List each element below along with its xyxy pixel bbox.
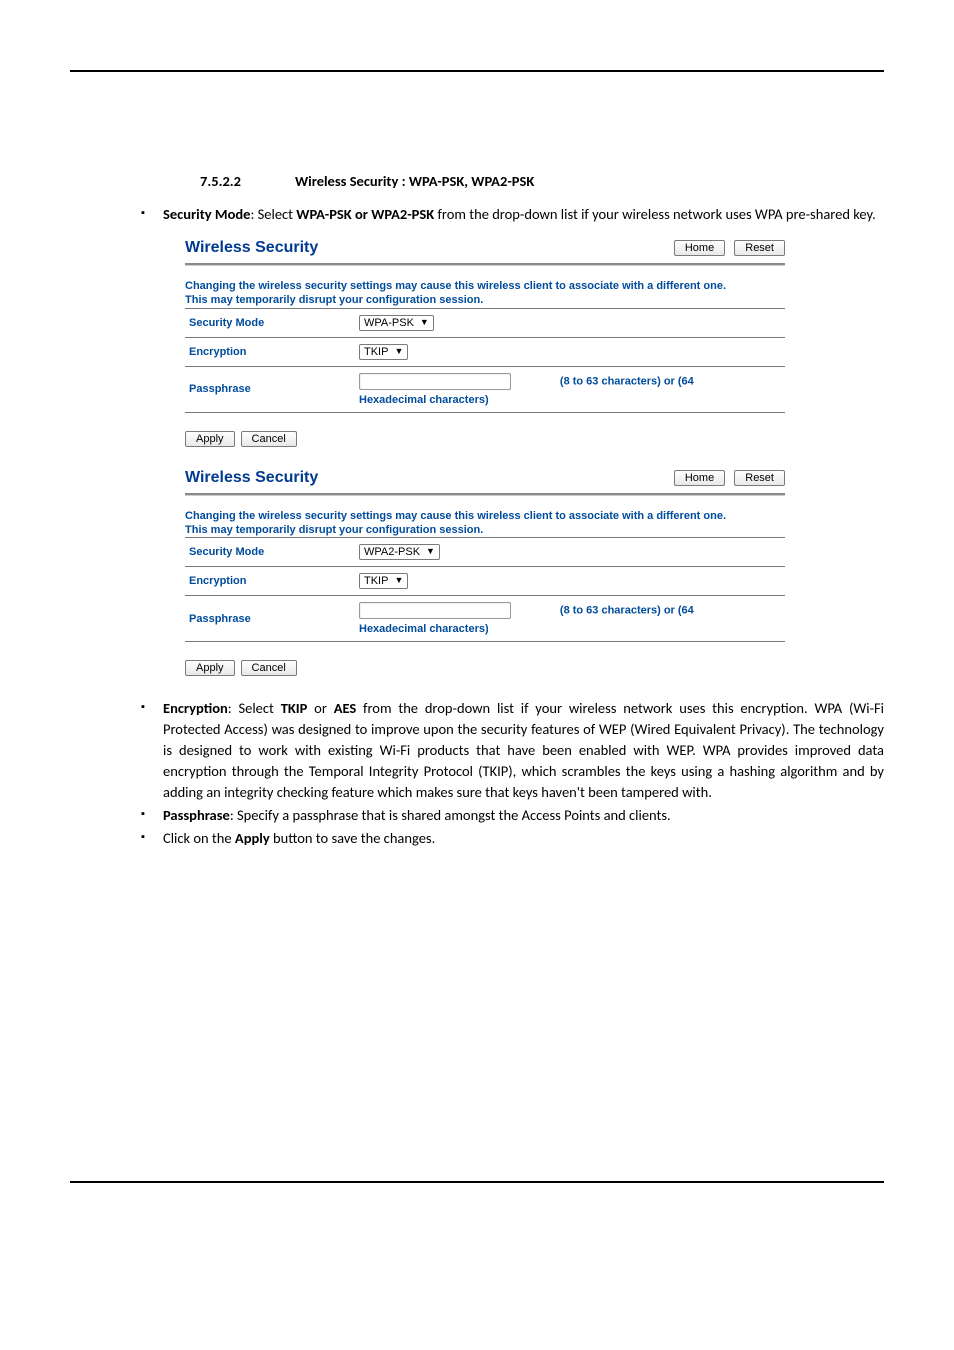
panel-warning-line1: Changing the wireless security settings … <box>185 509 785 523</box>
bullet-encryption: Encryption: Select TKIP or AES from the … <box>135 698 884 803</box>
row-encryption-label: Encryption <box>185 567 355 596</box>
security-mode-value: WPA2-PSK <box>364 546 420 558</box>
bullet-passphrase: Passphrase: Specify a passphrase that is… <box>135 805 884 826</box>
encryption-label: Encryption <box>163 699 228 717</box>
wireless-security-panel-wpa2: Wireless Security Home Reset Changing th… <box>185 469 785 677</box>
section-number: 7.5.2.2 <box>200 172 295 190</box>
sec-mode-label: Security Mode <box>163 205 250 223</box>
apply-button[interactable]: Apply <box>185 660 235 676</box>
security-mode-select[interactable]: WPA2-PSK ▼ <box>359 544 440 560</box>
apply-label: Apply <box>235 829 270 847</box>
apply-text-before: Click on the <box>163 829 235 847</box>
panel-divider <box>185 263 785 265</box>
section-title: Wireless Security : WPA-PSK, WPA2-PSK <box>295 172 534 190</box>
encryption-opt2: AES <box>334 699 357 717</box>
home-button[interactable]: Home <box>674 240 725 256</box>
passphrase-hint-top: (8 to 63 characters) or (64 <box>560 375 694 387</box>
encryption-value: TKIP <box>364 346 388 358</box>
security-mode-value: WPA-PSK <box>364 317 414 329</box>
cancel-button[interactable]: Cancel <box>241 660 297 676</box>
passphrase-label: Passphrase <box>163 806 230 824</box>
encryption-text-before: : Select <box>228 699 281 717</box>
panel-warning-line2: This may temporarily disrupt your config… <box>185 293 785 307</box>
row-security-mode-label: Security Mode <box>185 538 355 567</box>
chevron-down-icon: ▼ <box>426 546 435 556</box>
passphrase-text: : Specify a passphrase that is shared am… <box>230 806 671 824</box>
panel-title: Wireless Security <box>185 239 318 257</box>
row-passphrase-label: Passphrase <box>185 366 355 412</box>
reset-button[interactable]: Reset <box>734 470 785 486</box>
panel-header-buttons: Home Reset <box>668 240 785 256</box>
security-mode-select[interactable]: WPA-PSK ▼ <box>359 315 434 331</box>
panel-warning-line1: Changing the wireless security settings … <box>185 279 785 293</box>
encryption-select[interactable]: TKIP ▼ <box>359 573 408 589</box>
home-button[interactable]: Home <box>674 470 725 486</box>
passphrase-hint-bottom: Hexadecimal characters) <box>359 394 781 406</box>
settings-table: Security Mode WPA2-PSK ▼ Encryption TKIP ▼ <box>185 537 785 642</box>
section-heading: 7.5.2.2Wireless Security : WPA-PSK, WPA2… <box>200 172 884 190</box>
sec-mode-text-after: from the drop-down list if your wireless… <box>434 205 876 223</box>
encryption-select[interactable]: TKIP ▼ <box>359 344 408 360</box>
encryption-opt1: TKIP <box>281 699 308 717</box>
encryption-mid: or <box>307 699 333 717</box>
settings-table: Security Mode WPA-PSK ▼ Encryption TKIP ▼ <box>185 308 785 413</box>
chevron-down-icon: ▼ <box>394 575 403 585</box>
passphrase-input[interactable] <box>359 373 511 390</box>
sec-mode-option: WPA-PSK or WPA2-PSK <box>296 205 434 223</box>
apply-text-after: button to save the changes. <box>270 829 436 847</box>
bullet-apply: Click on the Apply button to save the ch… <box>135 828 884 849</box>
panel-divider <box>185 493 785 495</box>
chevron-down-icon: ▼ <box>394 346 403 356</box>
panel-footer-buttons: Apply Cancel <box>185 431 785 447</box>
row-security-mode-label: Security Mode <box>185 308 355 337</box>
passphrase-input[interactable] <box>359 602 511 619</box>
row-encryption-label: Encryption <box>185 337 355 366</box>
encryption-value: TKIP <box>364 575 388 587</box>
wireless-security-panel-wpa: Wireless Security Home Reset Changing th… <box>185 239 785 447</box>
panel-header-buttons: Home Reset <box>668 470 785 486</box>
bullet-security-mode: Security Mode: Select WPA-PSK or WPA2-PS… <box>135 204 884 225</box>
reset-button[interactable]: Reset <box>734 240 785 256</box>
panel-warning-line2: This may temporarily disrupt your config… <box>185 523 785 537</box>
chevron-down-icon: ▼ <box>420 317 429 327</box>
row-passphrase-label: Passphrase <box>185 596 355 642</box>
cancel-button[interactable]: Cancel <box>241 431 297 447</box>
panel-footer-buttons: Apply Cancel <box>185 660 785 676</box>
sec-mode-text-before: : Select <box>250 205 296 223</box>
passphrase-hint-top: (8 to 63 characters) or (64 <box>560 605 694 617</box>
top-rule <box>70 70 884 72</box>
panel-title: Wireless Security <box>185 469 318 487</box>
apply-button[interactable]: Apply <box>185 431 235 447</box>
bottom-rule <box>70 1181 884 1183</box>
passphrase-hint-bottom: Hexadecimal characters) <box>359 623 781 635</box>
